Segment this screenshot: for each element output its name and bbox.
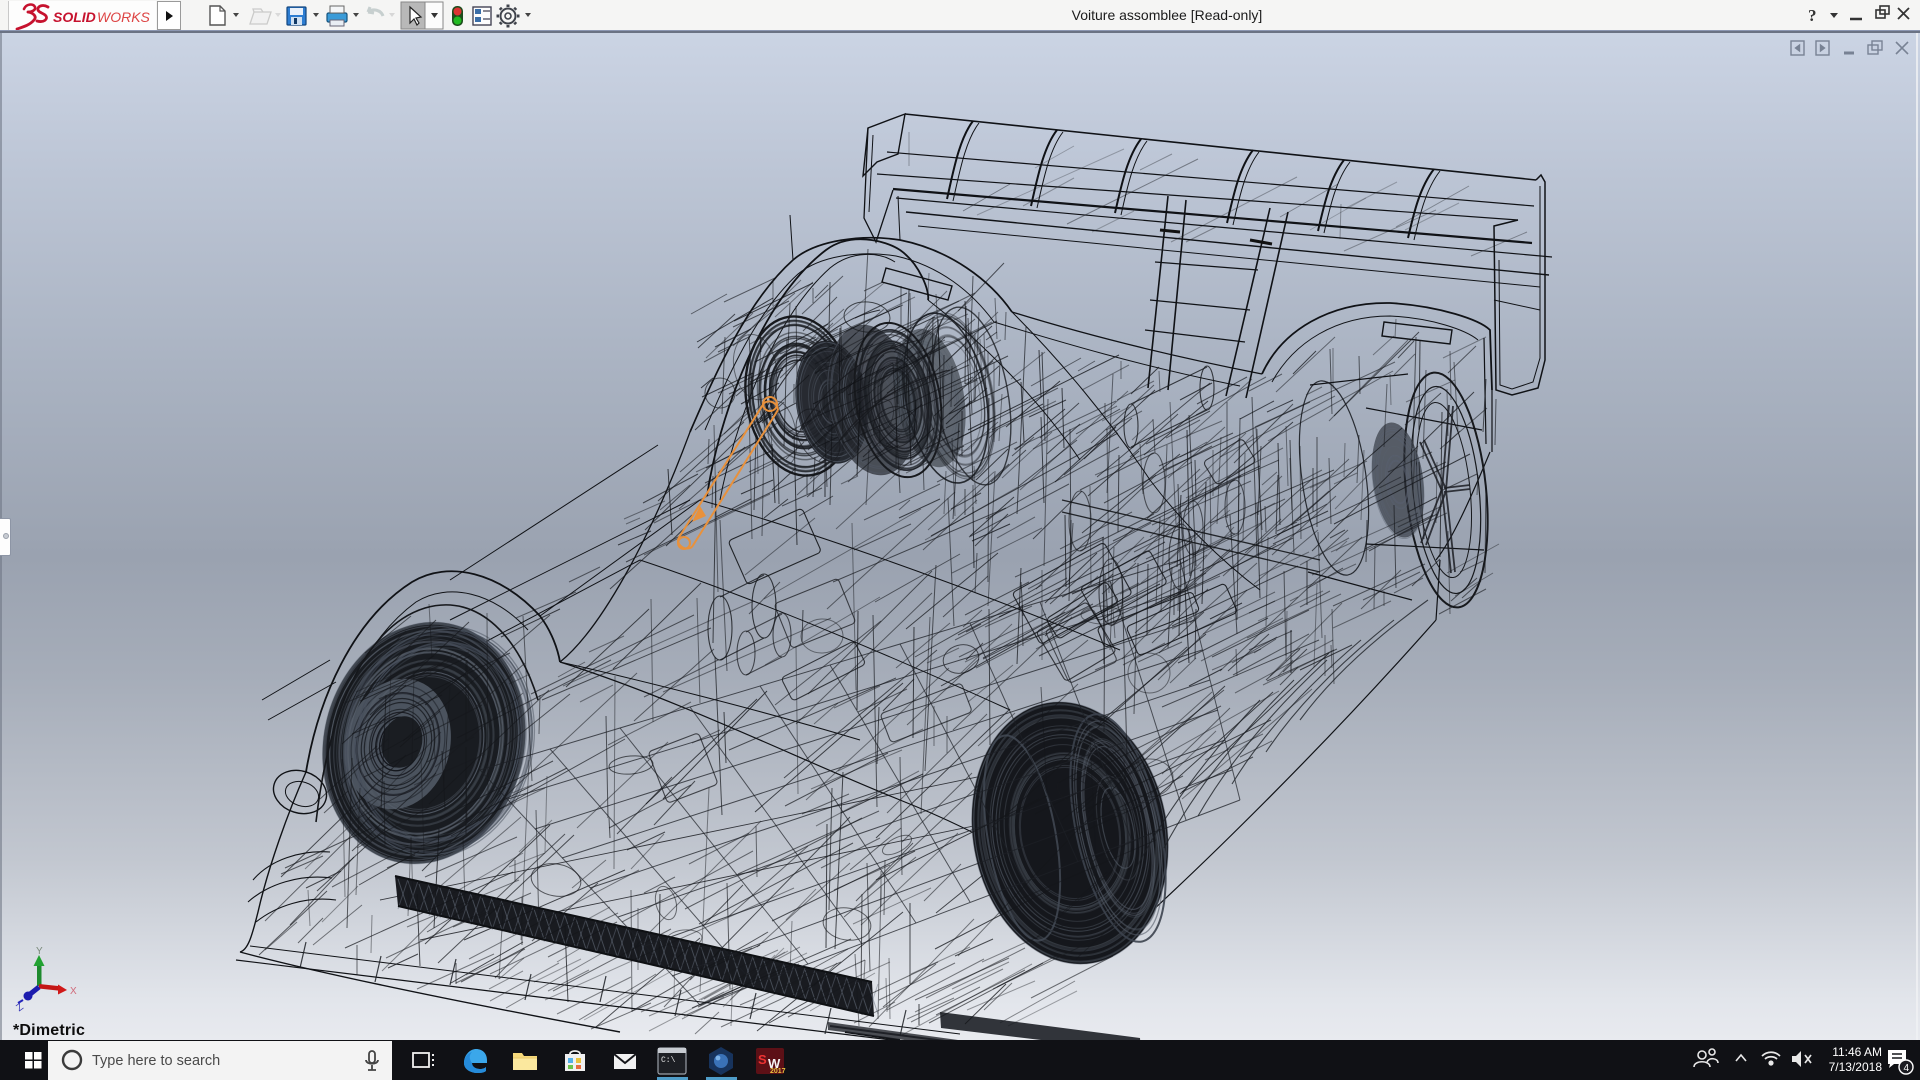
svg-text:C:\: C:\ bbox=[661, 1056, 676, 1065]
svg-text:2017: 2017 bbox=[770, 1068, 786, 1075]
svg-text:4: 4 bbox=[1904, 1063, 1910, 1074]
svg-text:S: S bbox=[758, 1052, 767, 1067]
svg-text:?: ? bbox=[1808, 6, 1817, 25]
svg-text:X: X bbox=[70, 986, 77, 997]
svg-text:WORKS: WORKS bbox=[97, 9, 151, 25]
svg-text:SOLID: SOLID bbox=[53, 9, 96, 25]
svg-text:Z: Z bbox=[14, 1002, 25, 1012]
svg-text:Y: Y bbox=[36, 946, 43, 957]
